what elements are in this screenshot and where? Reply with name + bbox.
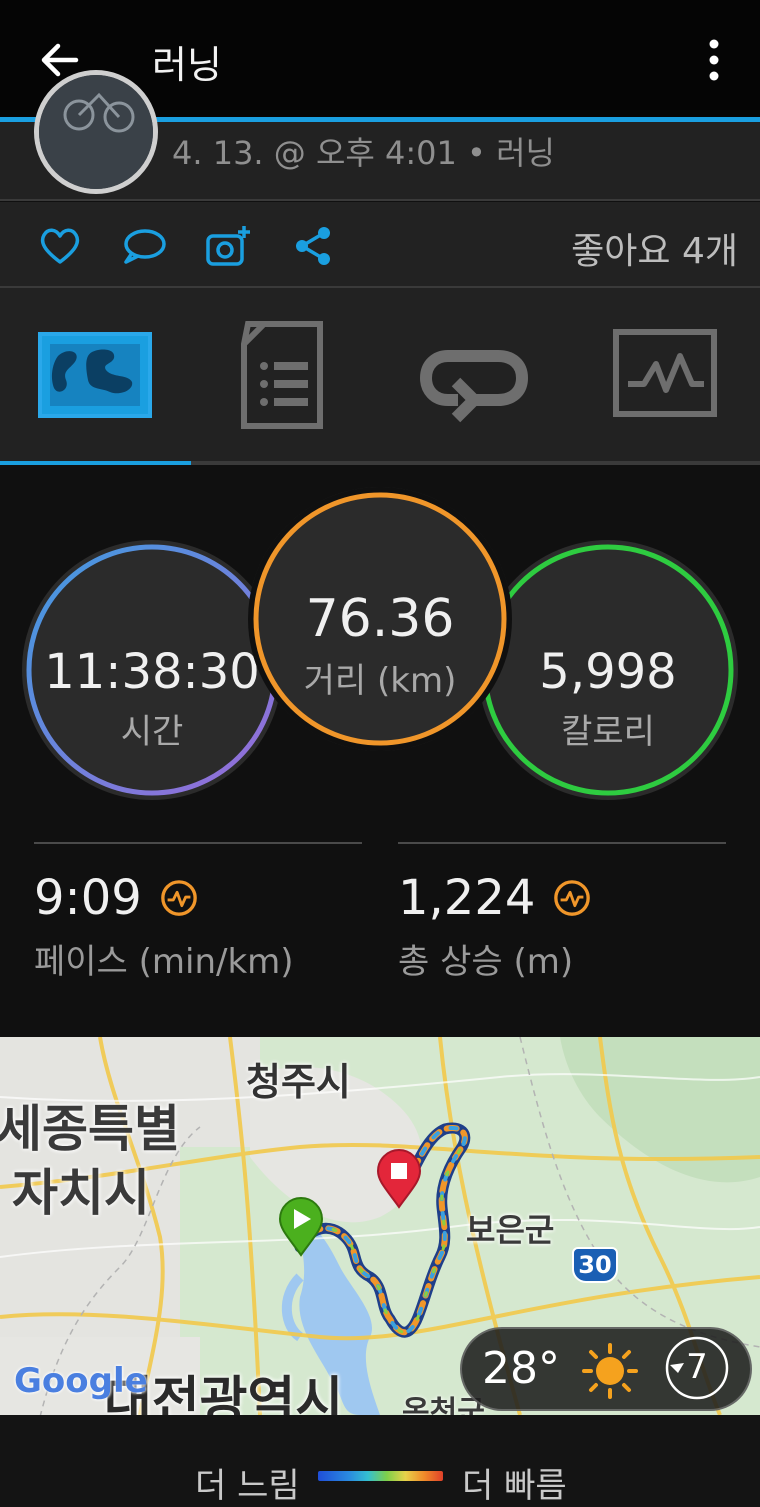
map-label-cheongju: 청주시 <box>246 1060 351 1104</box>
divider <box>398 842 726 844</box>
details-tab-icon <box>241 321 323 429</box>
highway-shield: 30 <box>572 1247 618 1283</box>
more-vert-icon[interactable] <box>696 36 732 84</box>
map-label-sejong-2: 자치시 <box>12 1164 150 1222</box>
calories-value: 5,998 <box>539 644 677 700</box>
sun-icon <box>582 1343 638 1403</box>
share-icon[interactable] <box>290 222 338 270</box>
avatar[interactable] <box>34 70 158 194</box>
legend-fast: 더 빠름 <box>462 1466 567 1506</box>
distance-label: 거리 (km) <box>303 661 457 701</box>
weather-temp: 28° <box>482 1343 560 1394</box>
legend-slow: 더 느림 <box>195 1466 300 1506</box>
heart-icon[interactable] <box>36 222 84 270</box>
pulse-icon[interactable] <box>553 879 591 917</box>
divider <box>0 199 760 201</box>
pace-metric: 9:09 페이스 (min/km) <box>34 870 294 983</box>
map-tab-icon <box>38 332 152 418</box>
map-label-sejong-1: 세종특별 <box>0 1100 180 1158</box>
calories-label: 칼로리 <box>561 712 655 752</box>
ascent-label: 총 상승 (m) <box>398 942 574 982</box>
time-value: 11:38:30 <box>44 644 260 700</box>
google-logo: Google <box>14 1361 148 1401</box>
time-label: 시간 <box>120 712 184 752</box>
tab-map[interactable] <box>36 318 156 432</box>
pace-label: 페이스 (min/km) <box>34 942 294 982</box>
pace-legend <box>0 1415 760 1507</box>
start-pin-icon[interactable] <box>278 1197 324 1261</box>
camera-add-icon[interactable] <box>204 222 252 270</box>
wind-icon: 7 <box>662 1333 732 1403</box>
tab-laps[interactable] <box>414 318 534 432</box>
likes-count[interactable]: 좋아요 4개 <box>571 222 738 274</box>
activity-dateline: 4. 13. @ 오후 4:01 • 러닝 <box>172 134 555 172</box>
ascent-value: 1,224 <box>398 870 536 926</box>
tab-details[interactable] <box>222 318 342 432</box>
tab-charts[interactable] <box>604 318 724 432</box>
time-stat: 11:38:30 시간 <box>22 540 282 800</box>
pace-value: 9:09 <box>34 870 142 926</box>
calories-stat: 5,998 칼로리 <box>478 540 738 800</box>
page-title: 러닝 <box>152 43 222 87</box>
weather-badge[interactable]: 28° 7 <box>460 1327 752 1411</box>
map-label-boeun: 보은군 <box>466 1211 555 1249</box>
pulse-icon[interactable] <box>160 879 198 917</box>
ascent-metric: 1,224 총 상승 (m) <box>398 870 591 983</box>
end-pin-icon[interactable] <box>376 1149 422 1213</box>
wind-speed: 7 <box>686 1347 708 1387</box>
legend-gradient-bar <box>318 1471 443 1481</box>
charts-tab-icon <box>613 329 717 417</box>
distance-stat: 76.36 거리 (km) <box>248 487 512 751</box>
distance-value: 76.36 <box>305 589 455 649</box>
comment-icon[interactable] <box>120 222 168 270</box>
divider <box>34 842 362 844</box>
laps-tab-icon <box>419 350 529 423</box>
